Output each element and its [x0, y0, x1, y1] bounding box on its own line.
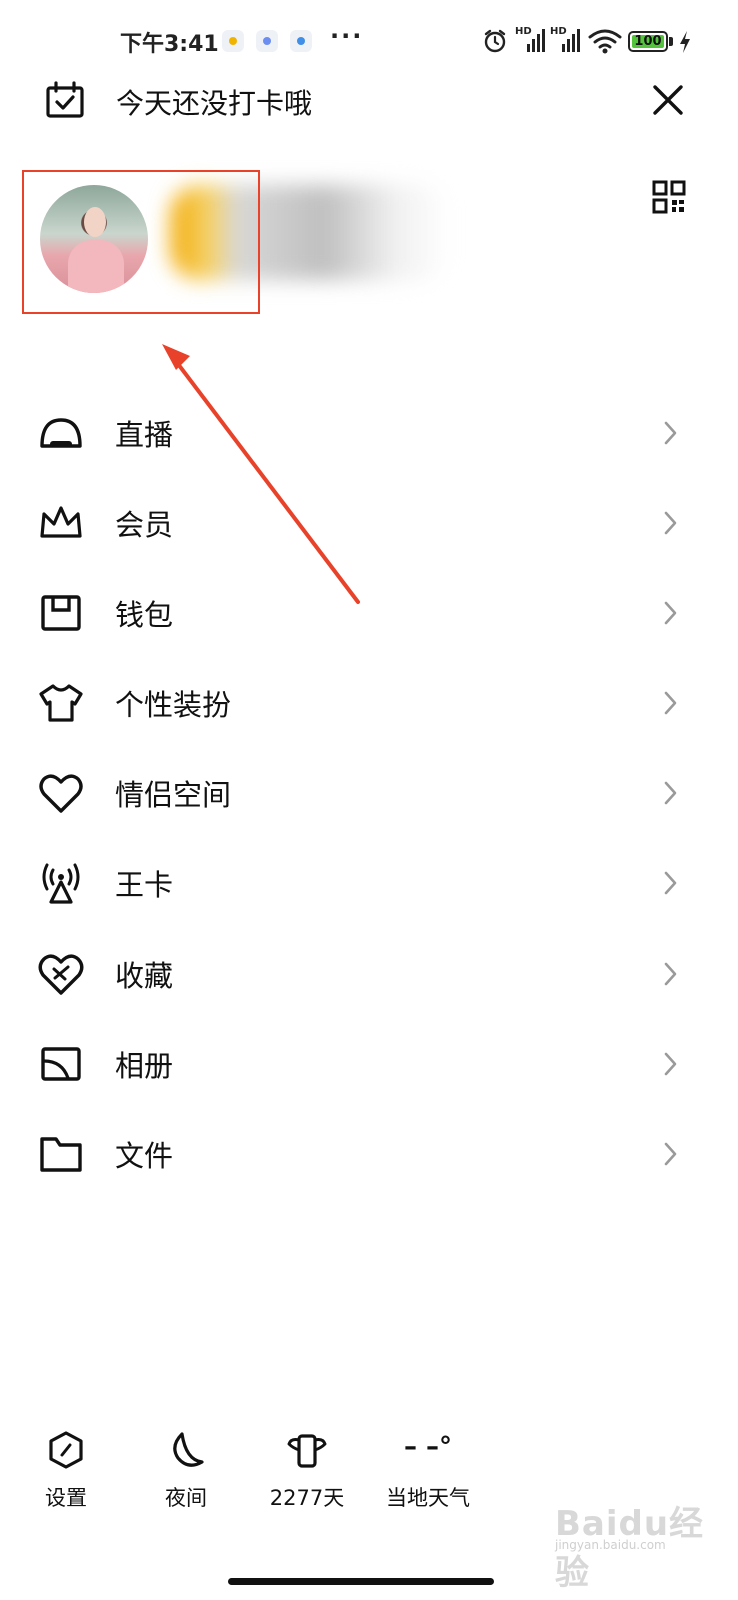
- cell-signal-icon: HD: [550, 26, 582, 54]
- chevron-right-icon: [660, 418, 680, 448]
- winged-phone-icon: [287, 1430, 327, 1470]
- weather-label: 当地天气: [386, 1486, 470, 1510]
- profile-highlight-box: [22, 170, 260, 314]
- weather-button[interactable]: – –° 当地天气: [373, 1430, 483, 1514]
- chevron-right-icon: [660, 778, 680, 808]
- chevron-right-icon: [660, 868, 680, 898]
- settings-button[interactable]: 设置: [11, 1430, 121, 1514]
- notification-app-icon: [290, 30, 312, 52]
- notification-app-icon: [256, 30, 278, 52]
- cell-signal-icon: HD: [515, 26, 547, 54]
- chevron-right-icon: [660, 688, 680, 718]
- menu-item-label: 会员: [115, 508, 174, 542]
- night-mode-label: 夜间: [165, 1486, 207, 1510]
- home-indicator[interactable]: [228, 1578, 494, 1585]
- chevron-right-icon: [660, 1139, 680, 1169]
- checkin-prompt[interactable]: 今天还没打卡哦: [116, 82, 312, 122]
- menu-item-king-card[interactable]: 王卡: [0, 842, 738, 922]
- more-notifications-icon: ···: [330, 22, 364, 50]
- wallet-icon: [38, 590, 84, 636]
- menu-item-label: 文件: [115, 1139, 174, 1173]
- chevron-right-icon: [660, 598, 680, 628]
- menu-item-label: 个性装扮: [115, 688, 232, 722]
- charging-icon: [678, 30, 692, 54]
- menu-item-couple-space[interactable]: 情侣空间: [0, 752, 738, 832]
- notification-app-icon: [222, 30, 244, 52]
- chevron-right-icon: [660, 1049, 680, 1079]
- menu-item-wallet[interactable]: 钱包: [0, 572, 738, 652]
- folder-icon: [38, 1131, 84, 1177]
- menu-item-label: 钱包: [115, 598, 174, 632]
- menu-item-label: 情侣空间: [115, 778, 232, 812]
- menu-item-album[interactable]: 相册: [0, 1023, 738, 1103]
- favorite-icon: [38, 951, 84, 997]
- days-label: 2277天: [269, 1486, 345, 1510]
- tshirt-icon: [38, 680, 84, 726]
- alarm-icon: [482, 28, 508, 54]
- menu-item-label: 王卡: [115, 868, 174, 902]
- weather-temp: – –°: [403, 1432, 453, 1462]
- menu-item-label: 直播: [115, 418, 174, 452]
- signal-tower-icon: [38, 860, 84, 906]
- qr-code-icon[interactable]: [652, 180, 686, 214]
- chevron-right-icon: [660, 508, 680, 538]
- status-time: 下午3:41: [120, 32, 219, 57]
- days-button[interactable]: 2277天: [252, 1430, 362, 1514]
- menu-item-vip[interactable]: 会员: [0, 482, 738, 562]
- moon-icon: [166, 1430, 206, 1470]
- crown-icon: [38, 500, 84, 546]
- settings-label: 设置: [45, 1486, 87, 1510]
- menu-item-files[interactable]: 文件: [0, 1113, 738, 1193]
- menu-item-label: 收藏: [115, 959, 174, 993]
- close-icon[interactable]: [650, 82, 686, 118]
- wifi-icon: [588, 28, 622, 54]
- night-mode-button[interactable]: 夜间: [131, 1430, 241, 1514]
- battery-cap: [669, 37, 673, 46]
- menu-item-personalize[interactable]: 个性装扮: [0, 662, 738, 742]
- menu-item-label: 相册: [115, 1049, 174, 1083]
- heart-icon: [38, 770, 84, 816]
- battery-indicator: 100: [628, 31, 668, 52]
- album-icon: [38, 1041, 84, 1087]
- battery-level: 100: [634, 34, 662, 49]
- chevron-right-icon: [660, 959, 680, 989]
- menu-item-live[interactable]: 直播: [0, 392, 738, 472]
- menu-item-favorites[interactable]: 收藏: [0, 933, 738, 1013]
- watermark-url: jingyan.baidu.com: [555, 1538, 666, 1552]
- settings-icon: [46, 1430, 86, 1470]
- calendar-check-icon[interactable]: [44, 80, 86, 122]
- live-icon: [38, 410, 84, 456]
